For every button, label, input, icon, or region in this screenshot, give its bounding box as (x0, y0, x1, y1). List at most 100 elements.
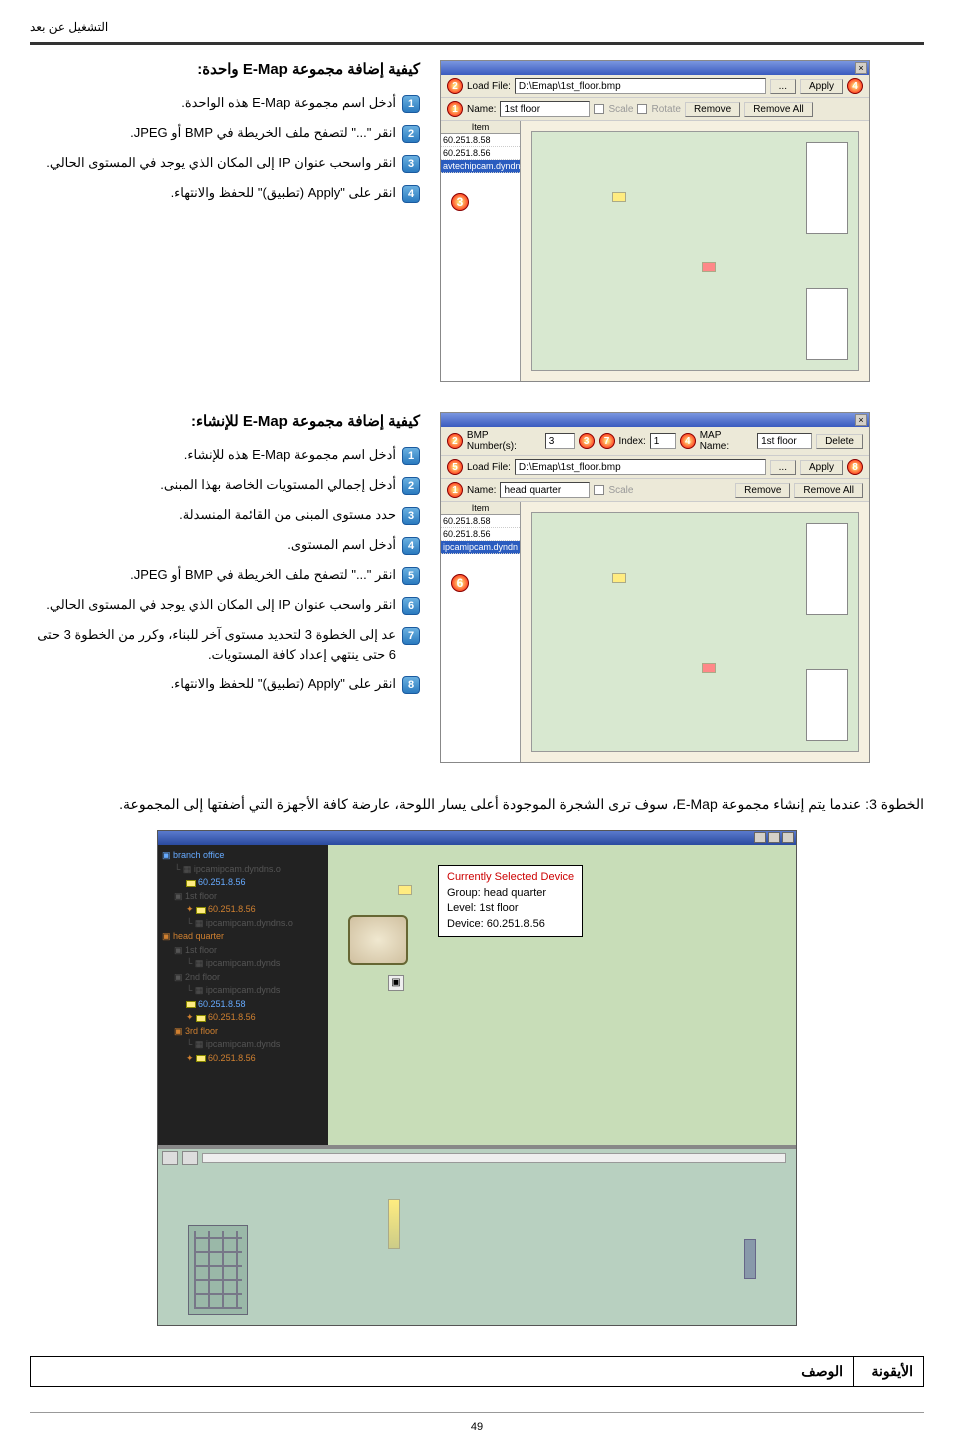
map-pane[interactable]: Currently Selected Device Group: head qu… (328, 845, 796, 1145)
camera-icon (196, 1015, 206, 1022)
step-text: أدخل اسم مجموعة E-Map هذه الواحدة. (30, 93, 396, 113)
apply-button[interactable]: Apply (800, 460, 843, 475)
scale-checkbox[interactable] (594, 104, 604, 114)
item-list: Item 60.251.8.58 60.251.8.56 ipcamipcam.… (441, 502, 521, 762)
apply-button[interactable]: Apply (800, 79, 843, 94)
bmpnum-input[interactable] (545, 433, 575, 449)
minimize-icon[interactable] (754, 832, 766, 843)
tree-node[interactable]: └ ▦ ipcamipcam.dyndns.o (162, 917, 324, 931)
level-marker-icon[interactable] (388, 1199, 400, 1249)
device-tree[interactable]: ▣ branch office └ ▦ ipcamipcam.dyndns.o … (158, 845, 328, 1145)
step-badge-1: 1 (402, 447, 420, 465)
rotate-checkbox[interactable] (637, 104, 647, 114)
camera-icon (186, 880, 196, 887)
callout-3: 3 (579, 433, 595, 449)
close-icon[interactable]: × (855, 62, 867, 74)
tree-node[interactable]: └ ▦ ipcamipcam.dynds (162, 957, 324, 971)
remove-all-button[interactable]: Remove All (794, 483, 863, 498)
map-area[interactable] (521, 502, 869, 762)
name-input[interactable] (500, 101, 590, 117)
tree-node[interactable]: └ ▦ ipcamipcam.dynds (162, 984, 324, 998)
camera-icon[interactable] (612, 192, 626, 202)
close-icon[interactable]: × (855, 414, 867, 426)
tree-node[interactable]: ✦ 60.251.8.56 (162, 1011, 324, 1025)
maximize-icon[interactable] (768, 832, 780, 843)
remove-all-button[interactable]: Remove All (744, 102, 813, 117)
list-item[interactable]: 60.251.8.58 (441, 134, 520, 147)
name-label: Name: (467, 104, 496, 115)
tree-node[interactable]: ✦ 60.251.8.56 (162, 1052, 324, 1066)
delete-button[interactable]: Delete (816, 434, 863, 449)
step-badge-2: 2 (402, 125, 420, 143)
step-item: 7عد إلى الخطوة 3 لتحديد مستوى آخر للبناء… (30, 625, 420, 664)
step-item: 3حدد مستوى المبنى من القائمة المنسدلة. (30, 505, 420, 525)
tree-node[interactable]: ▣ 1st floor (162, 890, 324, 904)
list-item[interactable]: 60.251.8.58 (441, 515, 520, 528)
page-number: 49 (30, 1412, 924, 1433)
camera-icon (196, 907, 206, 914)
load-file-input[interactable] (515, 459, 766, 475)
scale-label: Scale (608, 485, 633, 496)
callout-8: 8 (847, 459, 863, 475)
tree-node[interactable]: ▣ 2nd floor (162, 971, 324, 985)
page-header: التشغيل عن بعد (30, 20, 924, 34)
item-header: Item (441, 121, 520, 134)
viewer-titlebar (158, 831, 796, 845)
icon-description-table: الأيقونة الوصف (30, 1356, 924, 1387)
building-icon[interactable] (188, 1225, 248, 1315)
name-label: Name: (467, 485, 496, 496)
step-item: 4 انقر على "Apply (تطبيق)" للحفظ والانته… (30, 183, 420, 203)
step-text: انقر "..." لتصفح ملف الخريطة في BMP أو J… (30, 565, 396, 585)
tree-node[interactable]: └ ▦ ipcamipcam.dynds (162, 1038, 324, 1052)
tree-node[interactable]: ▣ head quarter (162, 930, 324, 944)
remove-button[interactable]: Remove (685, 102, 740, 117)
next-button[interactable] (182, 1151, 198, 1165)
browse-button[interactable]: ... (770, 460, 796, 475)
index-label: Index: (619, 436, 646, 447)
step-badge-1: 1 (402, 95, 420, 113)
tree-node[interactable]: ▣ 1st floor (162, 944, 324, 958)
scale-label: Scale (608, 104, 633, 115)
step-item: 4أدخل اسم المستوى. (30, 535, 420, 555)
camera-icon[interactable] (398, 885, 412, 895)
prev-button[interactable] (162, 1151, 178, 1165)
section2-title: كيفية إضافة مجموعة E-Map للإنشاء: (30, 412, 420, 430)
tree-node[interactable]: ▣ 3rd floor (162, 1025, 324, 1039)
callout-4: 4 (847, 78, 863, 94)
remove-button[interactable]: Remove (735, 483, 790, 498)
list-item[interactable]: avtechipcam.dyndns (441, 160, 520, 173)
scrollbar[interactable] (202, 1153, 786, 1163)
name-input[interactable] (500, 482, 590, 498)
callout-3: 3 (451, 193, 469, 211)
step-text: انقر "..." لتصفح ملف الخريطة في BMP أو J… (30, 123, 396, 143)
list-item[interactable]: ipcamipcam.dyndn (441, 541, 520, 554)
callout-5: 5 (447, 459, 463, 475)
tree-node[interactable]: 60.251.8.56 (162, 876, 324, 890)
camera-icon[interactable] (702, 262, 716, 272)
building-pane[interactable] (158, 1145, 796, 1325)
step-text: أدخل إجمالي المستويات الخاصة بهذا المبنى… (30, 475, 396, 495)
scale-checkbox[interactable] (594, 485, 604, 495)
emap-building-dialog: × 2 BMP Number(s): 3 7 Index: 4 MAP Name… (440, 412, 870, 763)
level-marker-icon[interactable] (744, 1239, 756, 1279)
load-file-input[interactable] (515, 78, 766, 94)
map-area[interactable] (521, 121, 869, 381)
expand-icon[interactable]: ▣ (388, 975, 404, 991)
tree-node[interactable]: └ ▦ ipcamipcam.dyndns.o (162, 863, 324, 877)
list-item[interactable]: 60.251.8.56 (441, 528, 520, 541)
index-select[interactable] (650, 433, 676, 449)
tree-node[interactable]: 60.251.8.58 (162, 998, 324, 1012)
tree-node[interactable]: ▣ branch office (162, 849, 324, 863)
list-item[interactable]: 60.251.8.56 (441, 147, 520, 160)
camera-icon[interactable] (702, 663, 716, 673)
camera-icon[interactable] (612, 573, 626, 583)
step-badge-2: 2 (402, 477, 420, 495)
mapname-input[interactable] (757, 433, 812, 449)
callout-6: 6 (451, 574, 469, 592)
step-badge-6: 6 (402, 597, 420, 615)
close-icon[interactable] (782, 832, 794, 843)
browse-button[interactable]: ... (770, 79, 796, 94)
step3-caption: الخطوة 3: عندما يتم إنشاء مجموعة E-Map، … (30, 793, 924, 815)
step-badge-4: 4 (402, 537, 420, 555)
tree-node[interactable]: ✦ 60.251.8.56 (162, 903, 324, 917)
